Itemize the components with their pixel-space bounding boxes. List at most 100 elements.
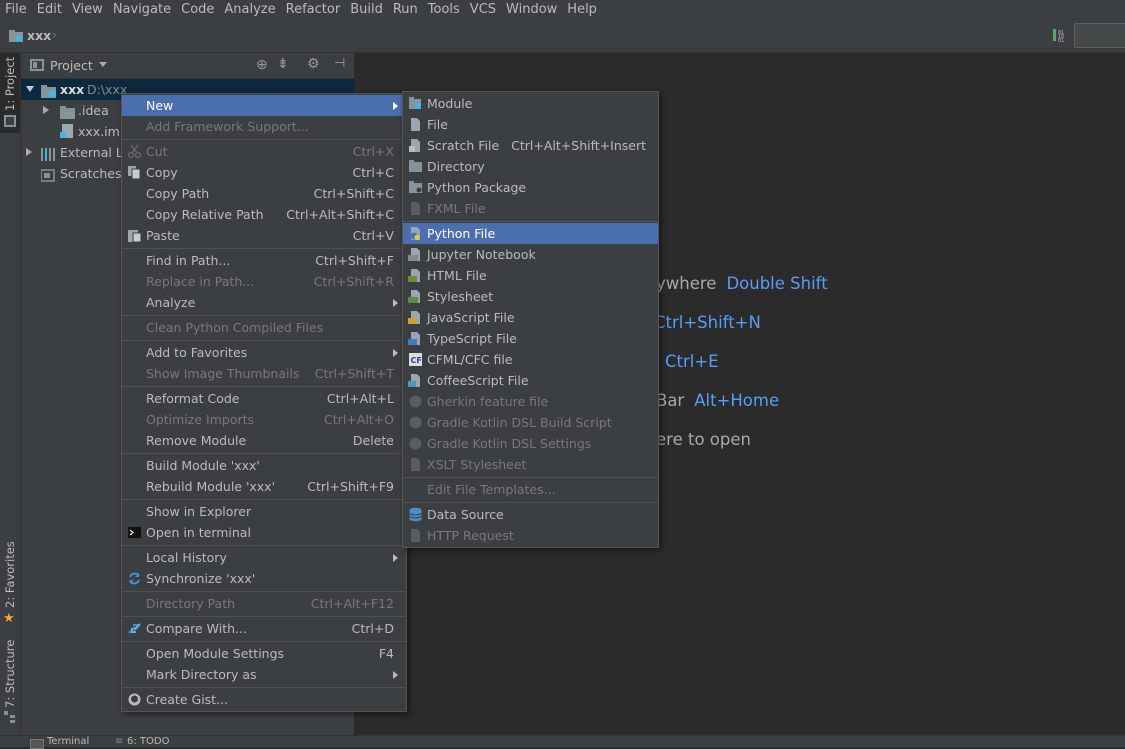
ctx-new[interactable]: New	[122, 95, 406, 116]
menu-edit[interactable]: Edit	[32, 0, 67, 19]
ctx-compare-with[interactable]: Compare With... Ctrl+D	[122, 618, 406, 639]
menu-separator	[122, 499, 406, 500]
ctx-open-in-terminal[interactable]: Open in terminal	[122, 522, 406, 543]
ctx-shortcut: Ctrl+Shift+T	[314, 366, 394, 381]
new-scratch-file[interactable]: Scratch File Ctrl+Alt+Shift+Insert	[403, 135, 658, 156]
new-label: CoffeeScript File	[427, 373, 529, 388]
ctx-analyze[interactable]: Analyze	[122, 292, 406, 313]
ctx-rebuild-module-xxx[interactable]: Rebuild Module 'xxx' Ctrl+Shift+F9	[122, 476, 406, 497]
hide-panel-icon[interactable]: ⊣	[334, 56, 345, 71]
menu-file[interactable]: File	[0, 0, 32, 19]
breadcrumb-project[interactable]: xxx	[27, 28, 51, 43]
submenu-arrow-icon	[393, 349, 398, 357]
structure-tool-tab[interactable]: 7: Structure	[0, 638, 20, 733]
ctx-paste[interactable]: Paste Ctrl+V	[122, 225, 406, 246]
new-directory[interactable]: Directory	[403, 156, 658, 177]
ctx-add-to-favorites[interactable]: Add to Favorites	[122, 342, 406, 363]
new-jupyter-notebook[interactable]: Jupyter Notebook	[403, 244, 658, 265]
new-edit-file-templates: Edit File Templates...	[403, 479, 658, 500]
ctx-label: Paste	[146, 228, 180, 243]
package-icon	[408, 180, 423, 195]
new-python-file[interactable]: Python File	[403, 223, 658, 244]
new-python-package[interactable]: Python Package	[403, 177, 658, 198]
ctx-copy[interactable]: Copy Ctrl+C	[122, 162, 406, 183]
new-data-source[interactable]: Data Source	[403, 504, 658, 525]
project-panel-title[interactable]: Project	[50, 58, 93, 73]
ctx-create-gist[interactable]: Create Gist...	[122, 689, 406, 710]
favorites-tab-label: 2: Favorites	[3, 541, 17, 608]
tree-root-label: xxx	[60, 82, 85, 97]
sync-icon	[127, 571, 142, 586]
xslt-icon	[408, 457, 423, 472]
ctx-local-history[interactable]: Local History	[122, 547, 406, 568]
ctx-add-framework-support: Add Framework Support...	[122, 116, 406, 137]
ctx-copy-path[interactable]: Copy Path Ctrl+Shift+C	[122, 183, 406, 204]
menu-code[interactable]: Code	[176, 0, 219, 19]
menu-vcs[interactable]: VCS	[465, 0, 501, 19]
ctx-label: Remove Module	[146, 433, 247, 448]
menu-analyze[interactable]: Analyze	[219, 0, 280, 19]
new-label: Python Package	[427, 180, 527, 195]
gear-icon[interactable]: ⚙	[307, 56, 320, 72]
ctx-clean-python-compiled-files: Clean Python Compiled Files	[122, 317, 406, 338]
menu-navigate[interactable]: Navigate	[108, 0, 176, 19]
ctx-shortcut: Ctrl+Shift+F	[315, 253, 394, 268]
ctx-open-module-settings[interactable]: Open Module Settings F4	[122, 643, 406, 664]
ctx-synchronize-xxx[interactable]: Synchronize 'xxx'	[122, 568, 406, 589]
menu-refactor[interactable]: Refactor	[281, 0, 346, 19]
menu-tools[interactable]: Tools	[423, 0, 465, 19]
run-config-selector[interactable]	[1074, 23, 1125, 48]
gherkin-icon	[408, 394, 423, 409]
favorites-tool-tab[interactable]: 2: Favorites ★	[0, 541, 20, 633]
library-icon	[41, 146, 57, 161]
collapse-all-icon[interactable]: ⇟	[277, 56, 289, 72]
menu-separator	[122, 315, 406, 316]
scratch-file-icon	[408, 138, 423, 153]
database-icon	[408, 507, 423, 522]
menu-help[interactable]: Help	[562, 0, 602, 19]
locate-icon[interactable]: ⊕	[256, 57, 268, 73]
new-label: Stylesheet	[427, 289, 494, 304]
collapsed-arrow-icon[interactable]	[43, 106, 49, 114]
new-label: Edit File Templates...	[427, 482, 556, 497]
menu-bar: File Edit View Navigate Code Analyze Refactor B…	[0, 0, 1125, 19]
new-javascript-file[interactable]: JavaScript File	[403, 307, 658, 328]
menu-build[interactable]: Build	[345, 0, 388, 19]
collapsed-arrow-icon[interactable]	[26, 148, 32, 156]
editor-hint-shortcut: Ctrl+E	[665, 352, 719, 371]
coffee-icon	[408, 373, 423, 388]
ctx-build-module-xxx[interactable]: Build Module 'xxx'	[122, 455, 406, 476]
tree-external-libraries-label: External Li	[60, 145, 127, 160]
new-file[interactable]: File	[403, 114, 658, 135]
menu-run[interactable]: Run	[388, 0, 423, 19]
new-label: Jupyter Notebook	[427, 247, 536, 262]
ctx-copy-relative-path[interactable]: Copy Relative Path Ctrl+Alt+Shift+C	[122, 204, 406, 225]
new-html-file[interactable]: HTML File	[403, 265, 658, 286]
ctx-show-in-explorer[interactable]: Show in Explorer	[122, 501, 406, 522]
menu-view[interactable]: View	[67, 0, 108, 19]
menu-window[interactable]: Window	[501, 0, 562, 19]
ctx-shortcut: Ctrl+Alt+F12	[310, 596, 394, 611]
expand-arrow-icon[interactable]	[26, 86, 34, 92]
binary-icon[interactable]: 01 10 01	[1052, 28, 1068, 44]
ctx-remove-module[interactable]: Remove Module Delete	[122, 430, 406, 451]
ctx-label: Compare With...	[146, 621, 247, 636]
jupyter-icon	[408, 247, 423, 262]
new-coffeescript-file[interactable]: CoffeeScript File	[403, 370, 658, 391]
dropdown-arrow-icon[interactable]	[99, 62, 107, 67]
new-label: CFML/CFC file	[427, 352, 513, 367]
editor-hint-shortcut: Ctrl+Shift+N	[654, 313, 761, 332]
ctx-find-in-path[interactable]: Find in Path... Ctrl+Shift+F	[122, 250, 406, 271]
terminal-tab-icon[interactable]	[30, 739, 44, 749]
project-tool-tab[interactable]: 1: Project	[0, 53, 20, 133]
new-cfml-cfc-file[interactable]: CF CFML/CFC file	[403, 349, 658, 370]
ctx-mark-directory-as[interactable]: Mark Directory as	[122, 664, 406, 685]
new-module[interactable]: Module	[403, 93, 658, 114]
gradle-icon	[408, 415, 423, 430]
new-stylesheet[interactable]: Stylesheet	[403, 286, 658, 307]
new-label: FXML File	[427, 201, 486, 216]
new-typescript-file[interactable]: TypeScript File	[403, 328, 658, 349]
ctx-reformat-code[interactable]: Reformat Code Ctrl+Alt+L	[122, 388, 406, 409]
editor-hint: Ctrl+E	[665, 352, 719, 371]
editor-hint: ere to open	[656, 430, 761, 449]
